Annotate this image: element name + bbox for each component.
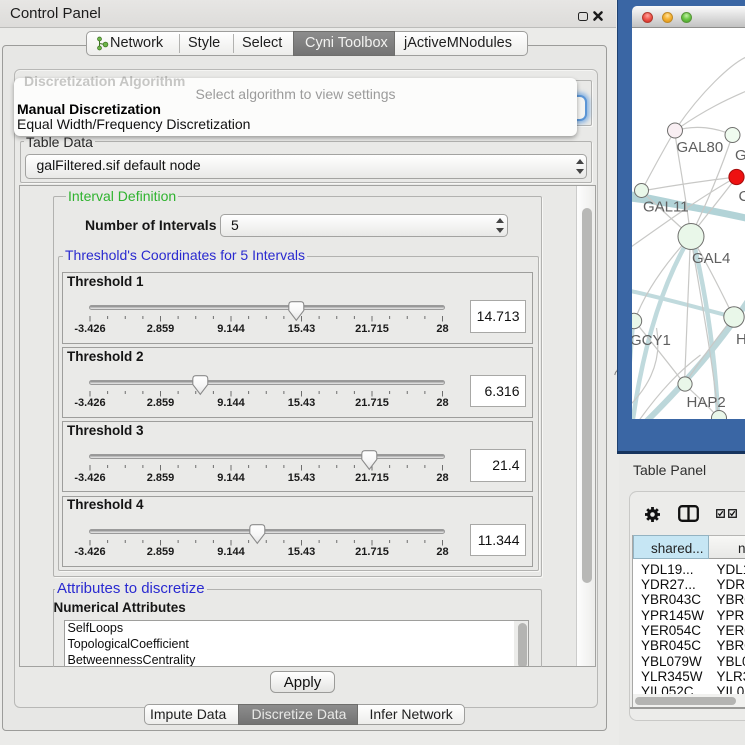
svg-text:GCY1: GCY1 bbox=[632, 332, 671, 349]
svg-text:GAL11: GAL11 bbox=[643, 199, 689, 216]
svg-text:GAL80: GAL80 bbox=[676, 139, 723, 156]
svg-text:HAP2: HAP2 bbox=[686, 394, 725, 411]
svg-text:CY: CY bbox=[738, 188, 745, 205]
svg-text:GA: GA bbox=[735, 147, 745, 164]
svg-text:GAL4: GAL4 bbox=[692, 250, 730, 267]
svg-text:HA: HA bbox=[736, 331, 745, 348]
